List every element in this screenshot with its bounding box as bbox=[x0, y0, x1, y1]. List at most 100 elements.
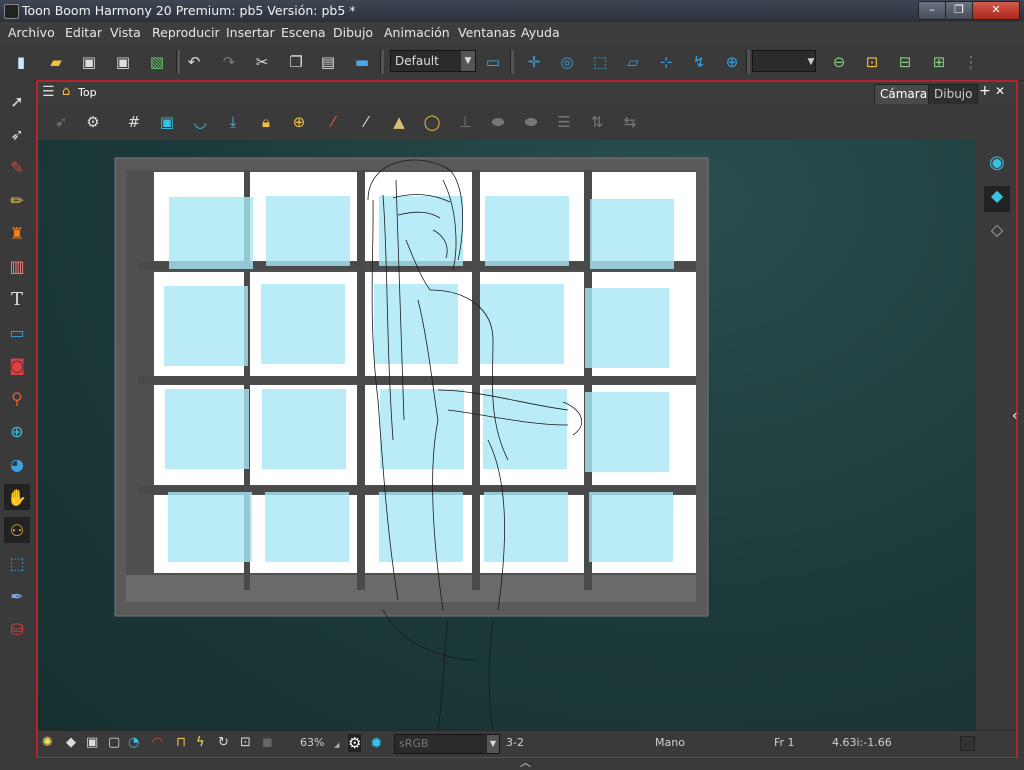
menu-dibujo[interactable]: Dibujo bbox=[333, 25, 373, 40]
scale-icon[interactable]: ⬚ bbox=[589, 51, 611, 73]
paint-icon[interactable]: ◙ bbox=[4, 352, 30, 378]
menu-escena[interactable]: Escena bbox=[281, 25, 326, 40]
menu-icon[interactable]: ☰ bbox=[42, 84, 55, 100]
frame-icon[interactable]: ▣ bbox=[86, 735, 98, 750]
shape-icon[interactable]: ◕ bbox=[4, 451, 30, 477]
chevron-down-icon[interactable]: ▼ bbox=[487, 735, 499, 753]
new-scene-icon[interactable]: ▮ bbox=[10, 51, 32, 73]
home-icon[interactable]: ⌂ bbox=[62, 84, 70, 99]
skew-icon[interactable]: ▱ bbox=[622, 51, 644, 73]
workspace-icon[interactable]: ▭ bbox=[482, 51, 504, 73]
minimize-button[interactable]: – bbox=[918, 1, 946, 20]
render-icon[interactable]: ◼ bbox=[262, 735, 273, 750]
cut-icon[interactable]: ✂ bbox=[251, 51, 273, 73]
pen-icon[interactable]: ✒ bbox=[4, 583, 30, 609]
breadcrumb[interactable]: Top bbox=[78, 86, 97, 99]
color-space-select[interactable]: sRGB ▼ bbox=[394, 734, 500, 754]
lock-plus-icon[interactable]: ⊕ bbox=[288, 111, 310, 133]
drawing-canvas[interactable] bbox=[38, 140, 976, 730]
eraser-icon[interactable]: ▥ bbox=[4, 253, 30, 279]
rectangle-icon[interactable]: ▭ bbox=[4, 319, 30, 345]
chevron-down-icon[interactable]: ◢ bbox=[334, 741, 339, 749]
save-as-icon[interactable]: ▣ bbox=[112, 51, 134, 73]
stack-icon[interactable]: ☰ bbox=[553, 111, 575, 133]
scene-settings-icon[interactable]: ▬ bbox=[351, 51, 373, 73]
lightbulb-icon[interactable]: ✺ bbox=[42, 735, 53, 750]
redo-icon[interactable]: ↷ bbox=[218, 51, 240, 73]
camera-icon[interactable]: ⊡ bbox=[240, 735, 251, 750]
stamp-icon[interactable]: ♜ bbox=[4, 220, 30, 246]
gear-icon[interactable]: ⚙ bbox=[82, 111, 104, 133]
maintain-size-icon[interactable]: ⊹ bbox=[655, 51, 677, 73]
close-button[interactable]: ✕ bbox=[972, 1, 1020, 20]
eye-icon[interactable]: ◉ bbox=[984, 152, 1010, 178]
tab-camara[interactable]: Cámara bbox=[874, 84, 934, 105]
reset-view-icon[interactable]: ↻ bbox=[218, 735, 229, 750]
copy-icon[interactable]: ❐ bbox=[285, 51, 307, 73]
mirror-icon[interactable]: ◯ bbox=[421, 111, 443, 133]
contour-editor-icon[interactable]: ➶ bbox=[4, 121, 30, 147]
workspace-preset-select[interactable]: Default ▼ bbox=[390, 50, 476, 72]
pivot-icon[interactable]: ⊕ bbox=[4, 418, 30, 444]
tab-dibujo[interactable]: Dibujo bbox=[928, 84, 979, 105]
layers-icon[interactable]: ◆ bbox=[984, 186, 1010, 212]
cutter-icon[interactable]: ⬚ bbox=[4, 550, 30, 576]
dropper-icon[interactable]: ⚲ bbox=[4, 385, 30, 411]
pencil-icon[interactable]: ✏ bbox=[4, 187, 30, 213]
zoom-level[interactable]: 63% bbox=[300, 736, 324, 749]
gear-status-icon[interactable]: ⚙ bbox=[348, 734, 362, 752]
checkbox[interactable] bbox=[960, 736, 975, 751]
save-icon[interactable]: ▣ bbox=[78, 51, 100, 73]
menu-editar[interactable]: Editar bbox=[65, 25, 102, 40]
measure-icon[interactable]: ⁄ bbox=[355, 111, 377, 133]
sun-icon[interactable]: ✹ bbox=[370, 734, 383, 752]
ruler-icon[interactable]: ⁄ bbox=[322, 111, 344, 133]
transform-icon[interactable]: ✛ bbox=[523, 51, 545, 73]
menu-vista[interactable]: Vista bbox=[110, 25, 141, 40]
ink-icon[interactable]: ⛁ bbox=[4, 616, 30, 642]
add-view-button[interactable]: + bbox=[979, 83, 991, 99]
lightning-icon[interactable]: ϟ bbox=[196, 735, 205, 750]
chevron-down-icon[interactable]: ▼ bbox=[800, 51, 822, 73]
menu-ventanas[interactable]: Ventanas bbox=[458, 25, 516, 40]
menu-animacion[interactable]: Animación bbox=[384, 25, 450, 40]
deform-icon[interactable]: ⇆ bbox=[619, 111, 641, 133]
menu-reproducir[interactable]: Reproducir bbox=[152, 25, 220, 40]
open-icon[interactable]: ▰ bbox=[45, 51, 67, 73]
camera-mask-icon[interactable]: ▢ bbox=[108, 735, 120, 750]
lock-icon[interactable]: 🔒︎ bbox=[255, 111, 277, 133]
onion-skin-icon[interactable]: ⊡ bbox=[861, 51, 883, 73]
close-view-button[interactable]: ✕ bbox=[995, 84, 1005, 98]
chevron-down-icon[interactable]: ▼ bbox=[461, 51, 475, 71]
add-layer-icon[interactable]: ⊞ bbox=[928, 51, 950, 73]
flip-icon[interactable]: ⊥ bbox=[454, 111, 476, 133]
magnet-icon[interactable]: ◠ bbox=[152, 735, 163, 750]
layers-alt-icon[interactable]: ◇ bbox=[984, 220, 1010, 246]
grid-icon[interactable]: # bbox=[123, 111, 145, 133]
safe-area-icon[interactable]: ▣ bbox=[156, 111, 178, 133]
layer-icon[interactable]: ⊖ bbox=[828, 51, 850, 73]
preview-icon[interactable]: ◔ bbox=[128, 735, 139, 750]
layer-up-icon[interactable]: ⬬ bbox=[520, 111, 542, 133]
layer-down-icon[interactable]: ⬬ bbox=[487, 111, 509, 133]
crosshair-icon[interactable]: ⊕ bbox=[721, 51, 743, 73]
lock-status-icon[interactable]: ⊓ bbox=[176, 735, 186, 750]
light-table-icon[interactable]: ▲ bbox=[388, 111, 410, 133]
layers-status-icon[interactable]: ◆ bbox=[66, 735, 76, 750]
peg-icon[interactable]: ⊟ bbox=[894, 51, 916, 73]
collapse-icon[interactable]: ‹ bbox=[1012, 408, 1022, 438]
ik-icon[interactable]: ⚇ bbox=[4, 517, 30, 543]
rotate-icon[interactable]: ◎ bbox=[556, 51, 578, 73]
text-icon[interactable]: T bbox=[4, 286, 30, 312]
sync-icon[interactable]: ⇅ bbox=[586, 111, 608, 133]
reset-icon[interactable]: ↯ bbox=[688, 51, 710, 73]
undo-icon[interactable]: ↶ bbox=[183, 51, 205, 73]
overflow-icon[interactable]: ⋮ bbox=[960, 51, 982, 73]
onion-icon[interactable]: ◡ bbox=[189, 111, 211, 133]
pointer-icon[interactable]: ➶ bbox=[50, 111, 72, 133]
import-icon[interactable]: ▧ bbox=[146, 51, 168, 73]
maximize-button[interactable]: ❐ bbox=[945, 1, 973, 20]
brush-icon[interactable]: ✎ bbox=[4, 154, 30, 180]
align-icon[interactable]: ⤓ bbox=[222, 111, 244, 133]
menu-ayuda[interactable]: Ayuda bbox=[521, 25, 560, 40]
